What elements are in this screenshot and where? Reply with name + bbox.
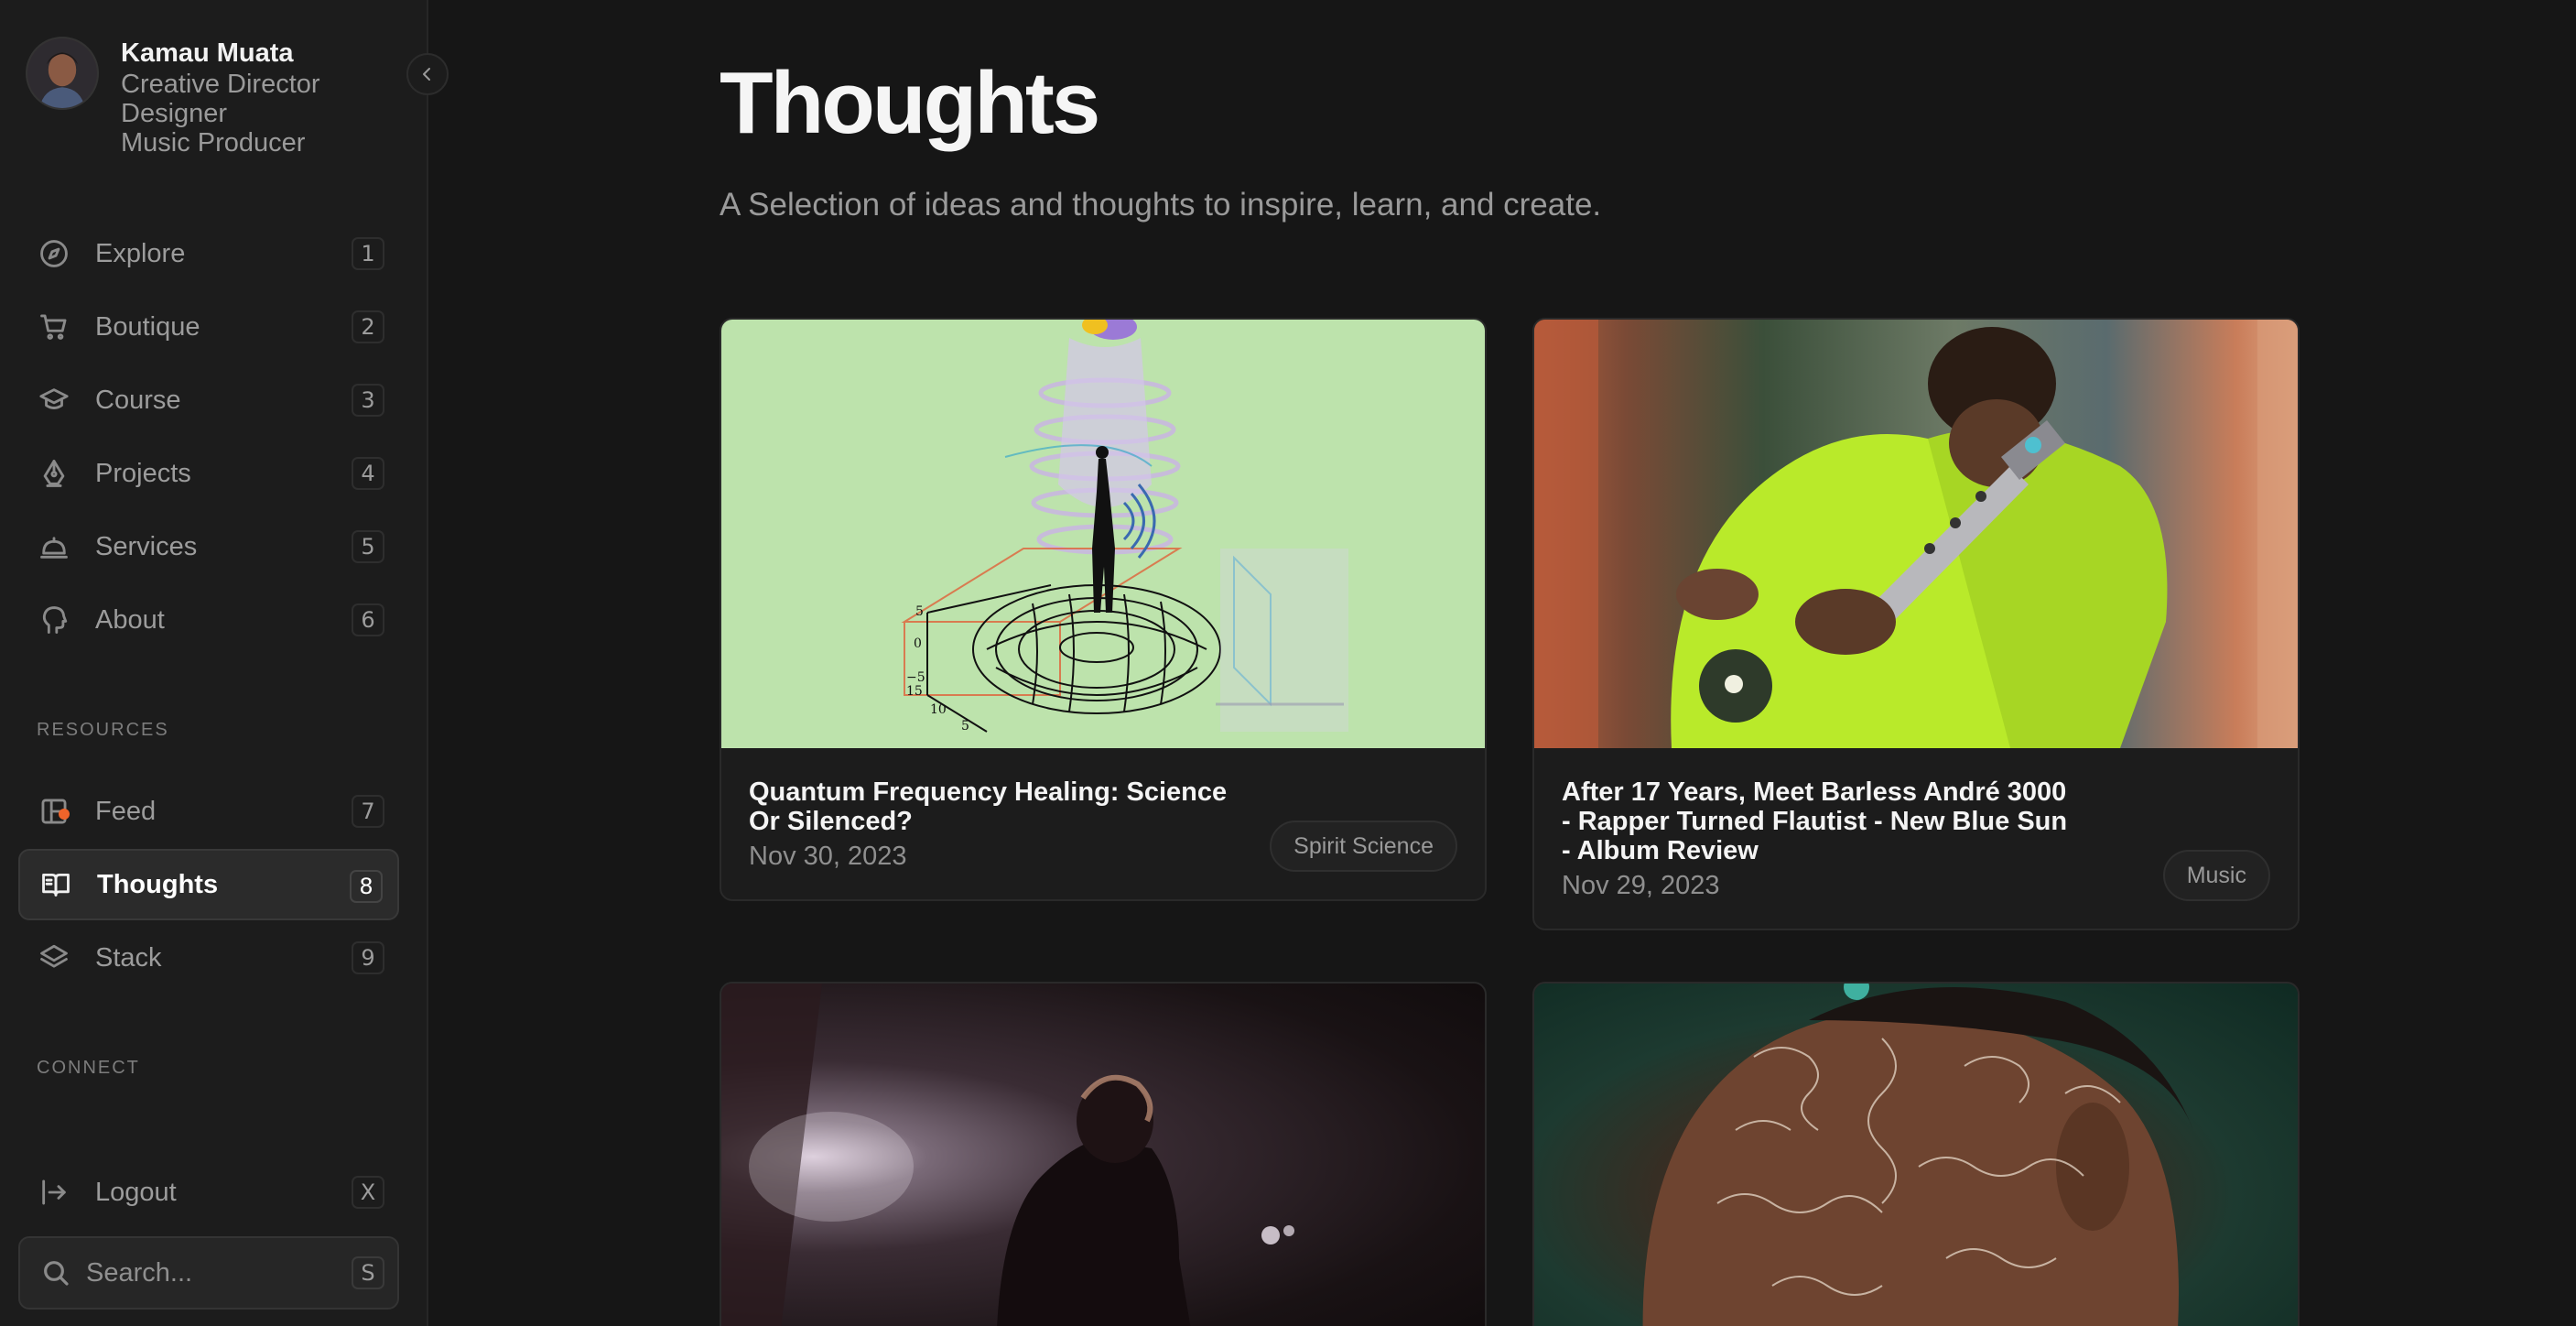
main-content: Thoughts A Selection of ideas and though…	[428, 0, 2576, 1326]
post-thumbnail	[721, 984, 1485, 1326]
sidebar-item-label: Thoughts	[97, 869, 219, 899]
post-tag[interactable]: Spirit Science	[1270, 821, 1457, 872]
primary-nav: Explore 1 Boutique 2 Course 3 Projects 4…	[18, 218, 399, 658]
resources-section-label: RESOURCES	[37, 720, 169, 740]
shortcut-key: 4	[352, 457, 384, 490]
open-book-icon	[20, 869, 92, 900]
shortcut-key: X	[352, 1176, 384, 1209]
page-title: Thoughts	[720, 54, 1100, 152]
svg-text:10: 10	[930, 702, 947, 717]
post-thumbnail	[1534, 984, 2298, 1326]
svg-text:5: 5	[961, 719, 969, 734]
chevron-left-icon	[423, 68, 430, 81]
post-thumbnail	[1534, 320, 2298, 748]
post-title: Quantum Frequency Healing: Science Or Si…	[749, 777, 1228, 836]
sidebar-item-label: About	[95, 604, 165, 635]
logout-icon	[18, 1177, 90, 1208]
shortcut-key: 7	[352, 795, 384, 828]
connect-section-label: CONNECT	[37, 1058, 140, 1078]
sidebar-item-label: Projects	[95, 458, 191, 488]
post-card-body: Quantum Frequency Healing: Science Or Si…	[721, 748, 1485, 899]
sidebar-item-course[interactable]: Course 3	[18, 364, 399, 436]
shortcut-key: 5	[352, 530, 384, 563]
shortcut-key: 1	[352, 237, 384, 270]
profile-role: Designer	[121, 99, 228, 128]
page-subtitle: A Selection of ideas and thoughts to ins…	[720, 187, 1602, 223]
sidebar-item-logout[interactable]: Logout X	[18, 1157, 399, 1228]
layers-icon	[18, 942, 90, 973]
search-input[interactable]: Search... S	[18, 1236, 399, 1310]
shortcut-key: 8	[350, 870, 383, 903]
shortcut-key: 6	[352, 603, 384, 636]
sidebar-item-services[interactable]: Services 5	[18, 511, 399, 582]
sidebar-item-thoughts[interactable]: Thoughts 8	[18, 849, 399, 920]
post-tag[interactable]: Music	[2162, 850, 2270, 901]
post-card[interactable]: After 17 Years, Meet Barless André 3000 …	[1532, 318, 2300, 930]
shortcut-key: 3	[352, 384, 384, 417]
collapse-sidebar-button[interactable]	[406, 53, 449, 95]
profile-role: Music Producer	[121, 128, 306, 158]
profile: Kamau Muata Creative Director Designer M…	[26, 37, 320, 158]
sidebar: Kamau Muata Creative Director Designer M…	[0, 0, 449, 1326]
account-nav: Logout X	[18, 1157, 399, 1230]
search-icon	[20, 1258, 92, 1288]
post-thumbnail: 5 0 −5 15 10 5	[721, 320, 1485, 748]
svg-text:0: 0	[914, 636, 922, 651]
sidebar-item-label: Boutique	[95, 311, 200, 342]
svg-text:15: 15	[906, 684, 923, 699]
head-icon	[18, 604, 90, 636]
service-bell-icon	[18, 531, 90, 562]
shortcut-key: 2	[352, 310, 384, 343]
cart-icon	[18, 311, 90, 342]
sidebar-item-label: Stack	[95, 942, 162, 973]
notification-dot	[59, 809, 70, 820]
sidebar-item-label: Feed	[95, 796, 157, 826]
resources-nav: Feed 7 Thoughts 8 Stack 9	[18, 776, 399, 995]
sidebar-item-label: Explore	[95, 238, 186, 268]
sidebar-item-projects[interactable]: Projects 4	[18, 438, 399, 509]
sidebar-item-label: Logout	[95, 1177, 177, 1207]
post-card[interactable]	[1532, 982, 2300, 1326]
post-card[interactable]: 5 0 −5 15 10 5 Quantum Frequency Healing: Sc…	[720, 318, 1487, 901]
graduation-cap-icon	[18, 385, 90, 416]
sidebar-item-about[interactable]: About 6	[18, 584, 399, 656]
sidebar-item-stack[interactable]: Stack 9	[18, 922, 399, 994]
feed-icon	[18, 796, 90, 827]
svg-text:5: 5	[915, 604, 924, 619]
profile-role: Creative Director	[121, 70, 320, 99]
post-card-body: After 17 Years, Meet Barless André 3000 …	[1534, 748, 2298, 929]
svg-text:−5: −5	[906, 670, 925, 685]
post-title: After 17 Years, Meet Barless André 3000 …	[1562, 777, 2068, 865]
sidebar-item-label: Course	[95, 385, 181, 415]
sidebar-item-feed[interactable]: Feed 7	[18, 776, 399, 847]
sidebar-item-explore[interactable]: Explore 1	[18, 218, 399, 289]
shortcut-key: 9	[352, 941, 384, 974]
avatar[interactable]	[26, 37, 99, 110]
sidebar-item-label: Services	[95, 531, 198, 561]
compass-icon	[18, 238, 90, 269]
pen-nib-icon	[18, 458, 90, 489]
search-placeholder: Search...	[86, 1257, 193, 1288]
sidebar-item-boutique[interactable]: Boutique 2	[18, 291, 399, 363]
shortcut-key: S	[352, 1256, 384, 1289]
profile-name: Kamau Muata	[121, 38, 294, 68]
post-card[interactable]	[720, 982, 1487, 1326]
